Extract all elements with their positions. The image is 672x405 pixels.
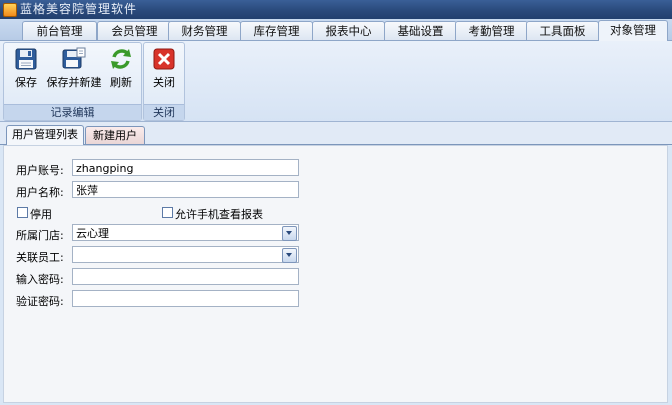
- mobile-report-checkbox[interactable]: [162, 207, 173, 218]
- user-form-panel: 用户账号: zhangping 用户名称: 张萍 停用 允许手机查看报表 所属门…: [3, 145, 668, 403]
- refresh-label: 刷新: [110, 76, 132, 89]
- account-label: 用户账号:: [16, 164, 64, 177]
- mobile-report-label: 允许手机查看报表: [175, 208, 263, 221]
- ribbon-group-record-label: 记录编辑: [4, 104, 141, 120]
- name-input[interactable]: 张萍: [72, 181, 299, 198]
- ribbon-group-close-label: 关闭: [144, 104, 184, 120]
- sub-tab-bar: 用户管理列表 新建用户: [0, 122, 672, 145]
- close-button[interactable]: 关闭: [147, 47, 181, 90]
- ribbon-group-record-edit: 保存 保存并新建 刷新 记录编辑: [3, 42, 142, 121]
- floppy-disk-new-icon: [62, 47, 86, 69]
- close-label: 关闭: [153, 76, 175, 89]
- save-and-new-label: 保存并新建: [46, 76, 102, 89]
- save-button[interactable]: 保存: [8, 47, 44, 90]
- app-icon: [3, 3, 17, 17]
- tab-inventory[interactable]: 库存管理: [240, 21, 313, 40]
- employee-label: 关联员工:: [16, 251, 64, 264]
- floppy-disk-icon: [15, 48, 37, 70]
- tab-front-desk[interactable]: 前台管理: [22, 21, 97, 40]
- password-label: 输入密码:: [16, 273, 64, 286]
- confirm-password-label: 验证密码:: [16, 295, 64, 308]
- chevron-down-icon[interactable]: [282, 248, 297, 263]
- refresh-icon: [111, 49, 131, 69]
- tab-attendance[interactable]: 考勤管理: [455, 21, 528, 40]
- tab-members[interactable]: 会员管理: [97, 21, 172, 40]
- save-label: 保存: [15, 76, 37, 89]
- store-select[interactable]: 云心理: [72, 224, 299, 241]
- tab-basic-settings[interactable]: 基础设置: [384, 21, 457, 40]
- name-label: 用户名称:: [16, 186, 64, 199]
- close-icon: [153, 48, 175, 70]
- tab-new-user[interactable]: 新建用户: [85, 126, 145, 144]
- tab-user-list[interactable]: 用户管理列表: [6, 125, 84, 145]
- store-label: 所属门店:: [16, 229, 64, 242]
- account-input[interactable]: zhangping: [72, 159, 299, 176]
- tab-finance[interactable]: 财务管理: [168, 21, 241, 40]
- tab-object-management[interactable]: 对象管理: [598, 20, 668, 41]
- employee-select[interactable]: [72, 246, 299, 263]
- main-tab-bar: 前台管理 会员管理 财务管理 库存管理 报表中心 基础设置 考勤管理 工具面板 …: [0, 19, 672, 41]
- password-input[interactable]: [72, 268, 299, 285]
- disabled-label: 停用: [30, 208, 52, 221]
- ribbon-group-close: 关闭 关闭: [143, 42, 185, 121]
- save-and-new-button[interactable]: 保存并新建: [46, 47, 102, 90]
- tab-tools[interactable]: 工具面板: [526, 21, 599, 40]
- store-select-value: 云心理: [76, 227, 109, 240]
- tab-reports[interactable]: 报表中心: [312, 21, 385, 40]
- window-title: 蓝格美容院管理软件: [20, 2, 138, 16]
- disabled-checkbox[interactable]: [17, 207, 28, 218]
- chevron-down-icon[interactable]: [282, 226, 297, 241]
- refresh-button[interactable]: 刷新: [106, 47, 136, 90]
- confirm-password-input[interactable]: [72, 290, 299, 307]
- title-bar: 蓝格美容院管理软件: [0, 0, 672, 19]
- ribbon-toolbar: 保存 保存并新建 刷新 记录编辑 关闭 关闭: [0, 41, 672, 122]
